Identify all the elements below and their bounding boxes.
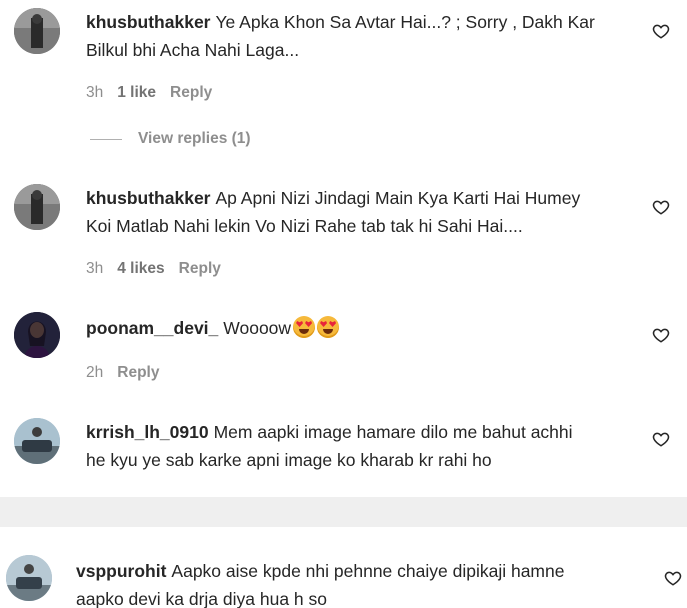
heart-outline-icon[interactable] [652, 22, 670, 40]
comments-panel-lower: vsppurohit Aapko aise kpde nhi pehnne cha… [0, 527, 687, 608]
comment-body-line2: Koi Matlab Nahi lekin Vo Nizi Rahe tab t… [86, 216, 523, 236]
comment-likes[interactable]: 1 like [117, 84, 156, 102]
comment-username[interactable]: khusbuthakker [86, 188, 210, 208]
section-divider [0, 497, 687, 527]
comment-meta: 2h Reply [86, 364, 159, 382]
star-struck-emoji-icon [293, 316, 316, 338]
comment-text: krrish_lh_0910 Mem aapki image hamare dil… [86, 418, 646, 474]
comment-body-line1: Woooow [223, 318, 292, 338]
comment-body-line1: Ye Apka Khon Sa Avtar Hai...? ; Sorry , … [215, 12, 595, 32]
comment-time: 2h [86, 364, 104, 381]
avatar[interactable] [14, 8, 60, 54]
avatar[interactable] [14, 418, 60, 464]
thread-line [90, 138, 122, 140]
comment-time: 3h [86, 84, 104, 101]
comment-text: poonam__devi_ Woooow [86, 314, 626, 342]
comment-body-line2: aapko devi ka drja diya hua h so [76, 589, 327, 608]
avatar[interactable] [6, 555, 52, 601]
comment-username[interactable]: poonam__devi_ [86, 318, 218, 338]
avatar[interactable] [14, 184, 60, 230]
comment-time: 3h [86, 260, 104, 277]
comment-body-line1: Aapko aise kpde nhi pehnne chaiye dipika… [171, 561, 565, 581]
comment-username[interactable]: krrish_lh_0910 [86, 422, 209, 442]
comment-meta: 3h 4 likes Reply [86, 260, 221, 278]
heart-outline-icon[interactable] [652, 198, 670, 216]
comment-text: khusbuthakker Ye Apka Khon Sa Avtar Hai..… [86, 8, 626, 64]
heart-outline-icon[interactable] [652, 326, 670, 344]
avatar[interactable] [14, 312, 60, 358]
reply-button[interactable]: Reply [170, 84, 212, 102]
heart-outline-icon[interactable] [664, 569, 682, 587]
view-replies-label: View replies (1) [138, 130, 251, 147]
comment-meta: 3h 1 like Reply [86, 84, 212, 102]
star-struck-emoji-icon [317, 316, 340, 338]
comment-body-line1: Ap Apni Nizi Jindagi Main Kya Karti Hai … [215, 188, 581, 208]
comment-username[interactable]: vsppurohit [76, 561, 166, 581]
view-replies-button[interactable]: View replies (1) [90, 130, 251, 148]
comments-panel: khusbuthakker Ye Apka Khon Sa Avtar Hai..… [0, 0, 687, 497]
comment-text: khusbuthakker Ap Apni Nizi Jindagi Main K… [86, 184, 646, 240]
comment-username[interactable]: khusbuthakker [86, 12, 210, 32]
reply-button[interactable]: Reply [117, 364, 159, 382]
comment-body-line1: Mem aapki image hamare dilo me bahut ach… [213, 422, 573, 442]
comment-likes[interactable]: 4 likes [117, 260, 164, 278]
comment-text: vsppurohit Aapko aise kpde nhi pehnne cha… [76, 557, 656, 608]
comment-body-line2: he kyu ye sab karke apni image ko kharab… [86, 450, 492, 470]
comment-body-line2: Bilkul bhi Acha Nahi Laga... [86, 40, 300, 60]
reply-button[interactable]: Reply [179, 260, 221, 278]
heart-outline-icon[interactable] [652, 430, 670, 448]
